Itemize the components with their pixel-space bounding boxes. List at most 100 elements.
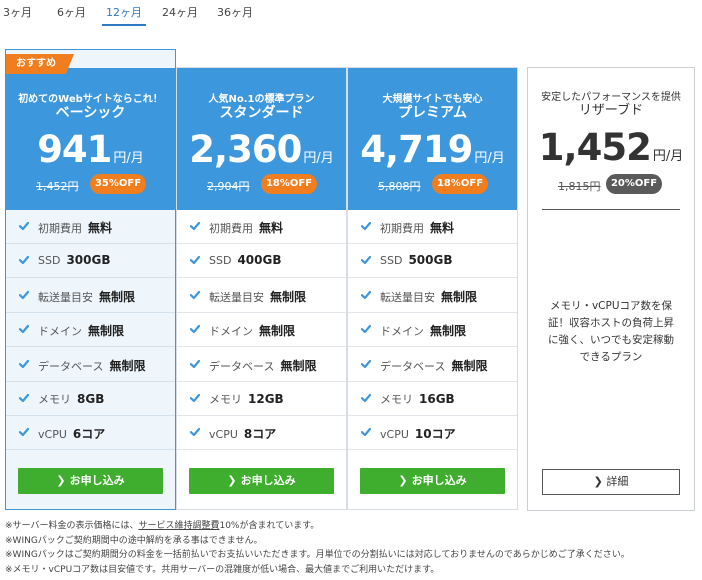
feature-label: ドメイン 無制限 (38, 324, 125, 339)
feature-value: 無料 (430, 221, 455, 235)
price-unit: 円/月 (113, 151, 144, 166)
feature-label: 転送量目安 無制限 (38, 289, 136, 304)
check-icon (19, 221, 29, 231)
feature-row: 初期費用 無料 (348, 210, 517, 244)
feature-value: 8コア (243, 427, 277, 442)
check-icon (19, 359, 29, 368)
feature-row: SSD 500GB (348, 244, 517, 279)
discount-row: 2,904円 18%OFF (177, 174, 346, 194)
plan-name: ベーシック (55, 105, 126, 121)
feature-value: 無制限 (109, 358, 146, 373)
plan-card-reserved: 安定したパフォーマンスを提供 リザーブド 1,452 円/月 1,815円 20%… (527, 67, 695, 511)
tab-6-months[interactable]: 6ヶ月 (57, 4, 86, 20)
feature-label: メモリ 16GB (380, 392, 455, 406)
plan-card-standard: 人気No.1の標準プラン スタンダード 2,360 円/月 2,904円 18%O… (176, 67, 347, 510)
feature-value: 無制限 (99, 289, 136, 304)
chevron-right-icon: ❯ (593, 475, 607, 488)
plan-price: 4,719 円/月 (348, 128, 517, 171)
feature-row: SSD 400GB (177, 244, 346, 279)
feature-row: 転送量目安 無制限 (348, 279, 517, 313)
feature-value: 無制限 (270, 289, 307, 304)
tab-24-months[interactable]: 24ヶ月 (162, 4, 198, 20)
check-icon (190, 393, 200, 403)
check-icon (190, 359, 200, 368)
plan-price: 2,360 円/月 (177, 128, 346, 171)
check-icon (19, 290, 29, 299)
tab-3-months[interactable]: 3ヶ月 (3, 4, 32, 20)
price-unit: 円/月 (474, 151, 505, 166)
check-icon (19, 325, 29, 334)
maintenance-fee-link[interactable]: サービス維持調整費 (138, 521, 219, 531)
check-icon (190, 256, 200, 265)
feature-value: 無制限 (430, 324, 467, 339)
feature-label: SSD 300GB (38, 253, 111, 268)
tab-36-months[interactable]: 36ヶ月 (217, 4, 253, 20)
feature-label: データベース 無制限 (38, 358, 146, 373)
check-icon (361, 393, 371, 403)
price-amount: 2,360 (189, 128, 302, 171)
footnotes: ※サーバー料金の表示価格には、サービス維持調整費10%が含まれています。 ※WI… (5, 519, 699, 577)
price-amount: 941 (37, 128, 112, 171)
feature-row: ドメイン 無制限 (348, 313, 517, 348)
check-icon (19, 393, 29, 403)
feature-value: 500GB (408, 253, 453, 268)
feature-row: SSD 300GB (6, 244, 175, 279)
tab-12-months[interactable]: 12ヶ月 (102, 4, 146, 26)
check-icon (190, 428, 200, 437)
discount-row: 1,452円 35%OFF (6, 174, 175, 194)
feature-label: vCPU 8コア (209, 427, 277, 442)
feature-row: vCPU 10コア (348, 416, 517, 451)
plan-header: 初めてのWebサイトならこれ！ ベーシック 941 円/月 1,452円 35%O… (6, 68, 175, 210)
feature-value: 300GB (66, 253, 111, 268)
feature-value: 400GB (237, 253, 282, 268)
apply-button-premium[interactable]: ❯ お申し込み (360, 468, 505, 494)
feature-value: 無制限 (259, 324, 296, 339)
feature-row: データベース 無制限 (177, 348, 346, 382)
apply-button-standard[interactable]: ❯ お申し込み (189, 468, 334, 494)
discount-badge: 18%OFF (261, 174, 317, 194)
feature-label: データベース 無制限 (380, 358, 488, 373)
plan-description: メモリ・vCPUコア数を保証！収容ホストの負荷上昇に強く、いつでも安定稼動できる… (548, 300, 674, 363)
plan-header: 人気No.1の標準プラン スタンダード 2,360 円/月 2,904円 18%O… (177, 68, 346, 210)
plan-name: リザーブド (578, 103, 644, 118)
feature-row: データベース 無制限 (6, 348, 175, 382)
plan-card-premium: 大規模サイトでも安心 プレミアム 4,719 円/月 5,808円 18%OFF … (347, 67, 518, 510)
detail-button[interactable]: ❯ 詳細 (542, 469, 680, 495)
footnote-3: ※WINGパックはご契約期間分の料金を一括前払いでお支払いいただきます。月単位で… (5, 550, 630, 560)
feature-value: 16GB (419, 392, 455, 406)
check-icon (361, 359, 371, 368)
footnote-2: ※WINGパックご契約期間中の途中解約を承る事はできません。 (5, 535, 263, 546)
check-icon (361, 256, 371, 265)
check-icon (190, 290, 200, 299)
apply-label: お申し込み (411, 474, 467, 487)
feature-label: 転送量目安 無制限 (209, 289, 307, 304)
plan-price: 941 円/月 (6, 128, 175, 171)
plan-name: プレミアム (397, 105, 468, 121)
check-icon (361, 221, 371, 231)
feature-value: 無料 (259, 221, 284, 235)
check-icon (361, 428, 371, 437)
feature-row: 転送量目安 無制限 (6, 279, 175, 313)
original-price: 1,815円 (558, 180, 601, 193)
apply-label: お申し込み (240, 474, 296, 487)
detail-label: 詳細 (606, 475, 629, 488)
original-price: 5,808円 (378, 180, 421, 193)
feature-value: 無料 (88, 221, 113, 235)
footnote-1: ※サーバー料金の表示価格には、サービス維持調整費10%が含まれています。 (5, 521, 320, 531)
check-icon (361, 290, 371, 299)
plan-name: スタンダード (219, 105, 304, 121)
feature-label: 初期費用 無料 (209, 221, 284, 235)
plan-card-basic: 初めてのWebサイトならこれ！ ベーシック 941 円/月 1,452円 35%O… (5, 49, 176, 510)
apply-button-basic[interactable]: ❯ お申し込み (18, 468, 163, 494)
feature-row: メモリ 8GB (6, 382, 175, 416)
feature-row: 初期費用 無料 (6, 210, 175, 244)
feature-value: 6コア (72, 427, 106, 442)
feature-value: 12GB (248, 392, 284, 406)
feature-value: 10コア (414, 427, 456, 442)
feature-label: 初期費用 無料 (380, 221, 455, 235)
feature-row: vCPU 8コア (177, 416, 346, 451)
apply-label: お申し込み (69, 474, 125, 487)
recommended-ribbon: おすすめ (6, 54, 74, 74)
chevron-right-icon: ❯ (227, 474, 237, 487)
feature-value: 8GB (77, 392, 105, 406)
